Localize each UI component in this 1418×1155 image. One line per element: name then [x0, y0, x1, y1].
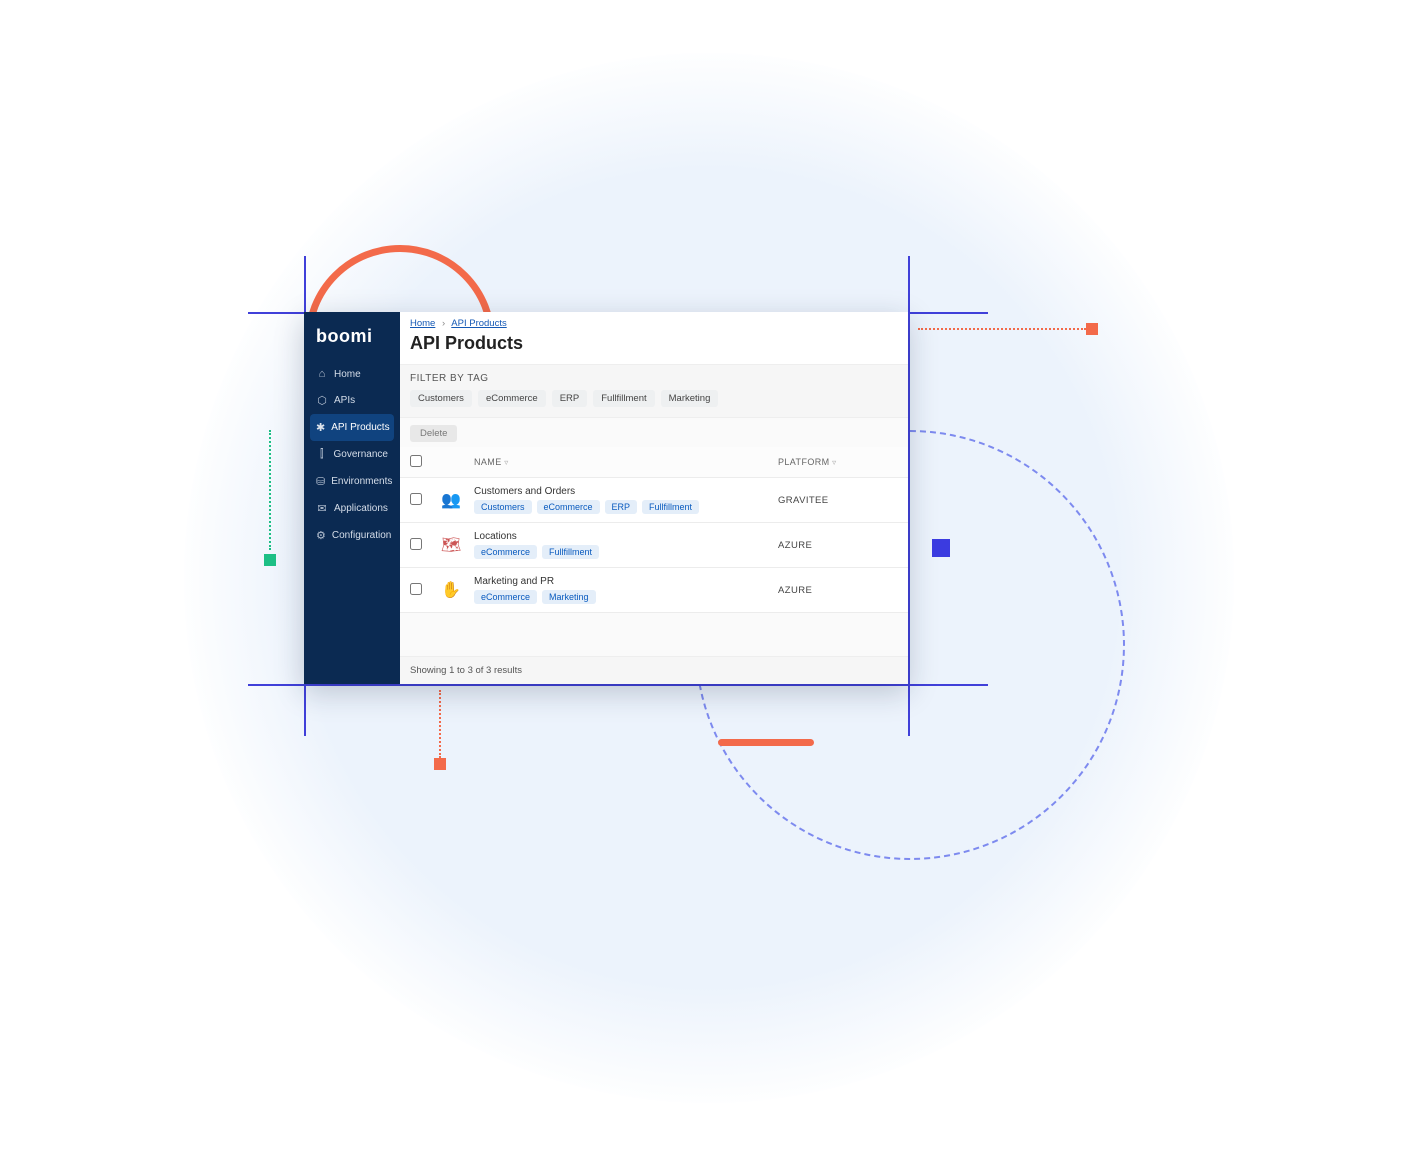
sidebar: boomi ⌂ Home ⬡ APIs ✱ API Products ⫿ Governance… [304, 312, 400, 684]
row-tag[interactable]: eCommerce [537, 500, 600, 514]
row-checkbox[interactable] [410, 583, 422, 595]
filter-label: FILTER BY TAG [410, 373, 898, 384]
row-name: Marketing and PR [474, 576, 778, 587]
decor-bar [718, 739, 814, 746]
row-icon: ✋ [438, 577, 464, 603]
filter-tag[interactable]: ERP [552, 390, 588, 407]
table-row[interactable]: ✋ Marketing and PR eCommerce Marketing AZURE [400, 568, 908, 613]
sidebar-item-apis[interactable]: ⬡ APIs [310, 387, 394, 414]
sidebar-item-api-products[interactable]: ✱ API Products [310, 414, 394, 441]
breadcrumb-sep: › [442, 318, 445, 329]
row-tag[interactable]: Marketing [542, 590, 596, 604]
breadcrumb-home[interactable]: Home [410, 318, 435, 329]
column-name[interactable]: NAME [474, 457, 778, 467]
nav-icon: ⚙ [316, 529, 326, 542]
sidebar-item-applications[interactable]: ✉ Applications [310, 495, 394, 522]
row-tag[interactable]: ERP [605, 500, 638, 514]
nav-icon: ⛁ [316, 475, 325, 488]
row-icon: 👥 [438, 487, 464, 513]
nav-label: API Products [331, 422, 389, 433]
filter-tag[interactable]: eCommerce [478, 390, 546, 407]
decor-square-green [264, 554, 276, 566]
row-tag[interactable]: Fullfillment [642, 500, 699, 514]
filter-section: FILTER BY TAG Customers eCommerce ERP Fullf… [400, 364, 908, 418]
nav-icon: ⬡ [316, 394, 328, 407]
row-tag[interactable]: eCommerce [474, 590, 537, 604]
row-checkbox[interactable] [410, 538, 422, 550]
decor-square-orange [434, 758, 446, 770]
row-platform: AZURE [778, 585, 898, 596]
table-row[interactable]: 🗺 Locations eCommerce Fullfillment AZURE [400, 523, 908, 568]
breadcrumb-current[interactable]: API Products [451, 318, 506, 329]
table-header: NAME PLATFORM [400, 447, 908, 478]
breadcrumb: Home › API Products [400, 312, 908, 331]
row-name: Customers and Orders [474, 486, 778, 497]
products-table: NAME PLATFORM 👥 Customers and Orders Custo… [400, 447, 908, 613]
results-footer: Showing 1 to 3 of 3 results [400, 656, 908, 684]
nav-icon: ⫿ [316, 448, 328, 461]
filter-tag-list: Customers eCommerce ERP Fullfillment Marketi… [410, 390, 898, 407]
main-panel: Home › API Products API Products FILTER … [400, 312, 908, 684]
filter-tag[interactable]: Fullfillment [593, 390, 654, 407]
row-platform: AZURE [778, 540, 898, 551]
nav-label: Configuration [332, 530, 391, 541]
filter-tag[interactable]: Marketing [661, 390, 719, 407]
table-row[interactable]: 👥 Customers and Orders Customers eCommerce E… [400, 478, 908, 523]
row-platform: GRAVITEE [778, 495, 898, 506]
row-tag[interactable]: eCommerce [474, 545, 537, 559]
row-icon: 🗺 [438, 532, 464, 558]
sidebar-item-governance[interactable]: ⫿ Governance [310, 441, 394, 468]
sidebar-item-configuration[interactable]: ⚙ Configuration [310, 522, 394, 549]
app-window: boomi ⌂ Home ⬡ APIs ✱ API Products ⫿ Governance… [304, 312, 908, 684]
row-tag[interactable]: Customers [474, 500, 532, 514]
nav-label: Home [334, 369, 361, 380]
sidebar-item-home[interactable]: ⌂ Home [310, 361, 394, 387]
page-title: API Products [400, 331, 908, 364]
decor-square-orange [1086, 323, 1098, 335]
delete-button[interactable]: Delete [410, 425, 457, 442]
brand-logo: boomi [310, 322, 394, 361]
decor-square-blue [932, 539, 950, 557]
row-tag[interactable]: Fullfillment [542, 545, 599, 559]
nav-label: Governance [334, 449, 388, 460]
row-tag-list: eCommerce Fullfillment [474, 545, 778, 559]
sidebar-item-environments[interactable]: ⛁ Environments [310, 468, 394, 495]
row-tag-list: eCommerce Marketing [474, 590, 778, 604]
nav-label: Environments [331, 476, 392, 487]
decor-dots [439, 690, 441, 758]
nav-icon: ✱ [316, 421, 325, 434]
row-tag-list: Customers eCommerce ERP Fullfillment [474, 500, 778, 514]
decor-dots [918, 328, 1086, 330]
decor-dots [269, 430, 271, 550]
row-checkbox[interactable] [410, 493, 422, 505]
nav-icon: ⌂ [316, 368, 328, 380]
column-platform[interactable]: PLATFORM [778, 457, 898, 467]
select-all-checkbox[interactable] [410, 455, 422, 467]
filter-tag[interactable]: Customers [410, 390, 472, 407]
nav-icon: ✉ [316, 502, 328, 515]
nav-label: Applications [334, 503, 388, 514]
nav-label: APIs [334, 395, 355, 406]
row-name: Locations [474, 531, 778, 542]
